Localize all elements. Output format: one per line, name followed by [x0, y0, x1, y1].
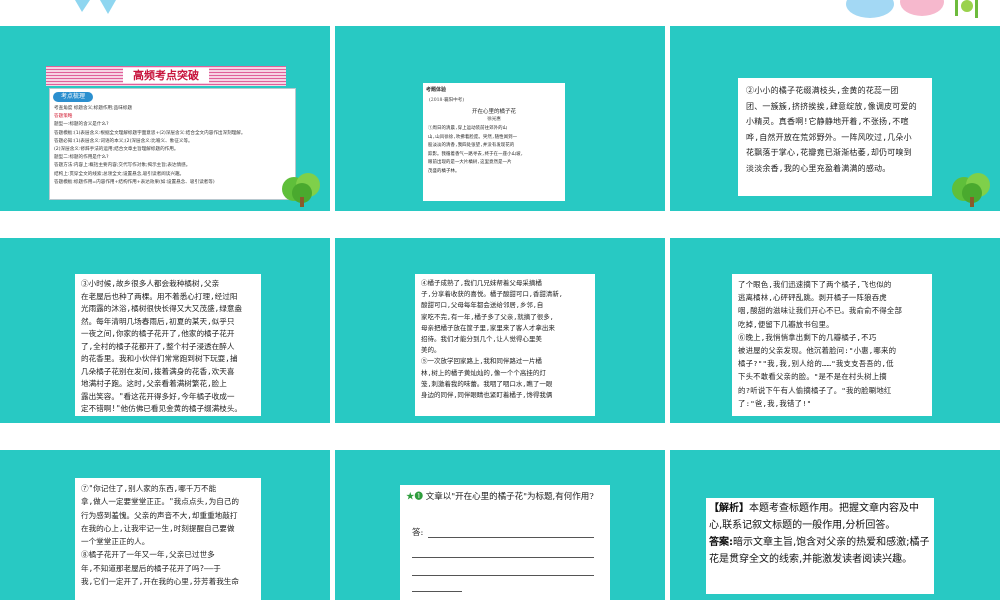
tree-decoration-icon [952, 173, 990, 207]
content-card: 考点梳理 考查角度 标题含义;标题作用;品味标题 答题策略 题型一:标题的含义是… [49, 88, 296, 200]
slide-thumbnail-6[interactable]: 了个眼色,我们迅速摘下了两个橘子,飞也似的 逃离橘林,心砰砰乱跳。剥开橘子一阵狼… [670, 238, 1000, 423]
answer-card: 【解析】本题考查标题作用。把握文章内容及中心,联系记叙文标题的一般作用,分析回答… [706, 498, 934, 594]
answer-line[interactable] [428, 537, 594, 538]
question-card: ★❶ 文章以"开在心里的橘子花"为标题,有何作用? 答: [400, 485, 610, 600]
content-card: 了个眼色,我们迅速摘下了两个橘子,飞也似的 逃离橘林,心砰砰乱跳。剥开橘子一阵狼… [732, 274, 932, 416]
list-item: 题型一:标题的含义是什么? [54, 122, 109, 128]
question-label: 文章以"开在心里的橘子花"为标题,有何作用? [425, 492, 594, 502]
tree-decoration-icon [282, 173, 320, 207]
strategy-list: 考查角度 标题含义;标题作用;品味标题 答题策略 题型一:标题的含义是什么? 答… [54, 105, 292, 187]
article-text: ⑦"你记住了,别人家的东西,哪千万不能 拿,做人一定要堂堂正正。"我点点头,为自… [81, 484, 239, 587]
list-item: 答题方法:内容上:概括主要内容;交代写作对象;揭示主旨;表达情感。 [54, 163, 191, 169]
content-card: ⑦"你记住了,别人家的东西,哪千万不能 拿,做人一定要堂堂正正。"我点点头,为自… [75, 478, 261, 600]
banner-title: 高频考点突破 [123, 68, 209, 83]
list-item: 答题必知:(1)表层含义:词语的本义;(2)深层含义:比喻义、象征义等。 [54, 138, 193, 144]
list-item: 答题策略 [54, 114, 73, 120]
list-item: 题型二:标题的作用是什么? [54, 155, 109, 161]
list-item: 答题模板:标题作用=内容作用+结构作用+表达效果(如:设置悬念、吸引读者等) [54, 179, 215, 185]
exam-tag: 考题体验 [426, 87, 447, 93]
slide-grid: 高频考点突破 考点梳理 考查角度 标题含义;标题作用;品味标题 答题策略 题型一… [0, 26, 1000, 600]
article-text: ④橘子成熟了,我们几兄妹帮着父母采摘橘 子,分享着收获的喜悦。橘子酸甜可口,香甜… [421, 279, 563, 400]
answer-label: 答: [412, 528, 424, 538]
answer-text: 暗示文章主旨,饱含对父亲的热爱和感激;橘子花是贯穿全文的线索,并能激发读者阅读兴… [709, 537, 930, 565]
source-label: (2018·襄阳中考) [429, 98, 465, 103]
list-item: 考查角度 标题含义;标题作用;品味标题 [54, 106, 133, 111]
analysis-label: 【解析】 [709, 503, 749, 514]
top-strip [0, 0, 1000, 26]
decoration-icon [75, 0, 116, 14]
star-icon: ★❶ [406, 492, 424, 502]
article-text: ③小时候,故乡很多人都会栽种橘树,父亲 在老屋后也种了两棵。用不着悉心打理,经过… [81, 279, 243, 413]
answer-line[interactable] [412, 591, 462, 592]
decoration-icon [846, 0, 978, 18]
article-text: ②小小的橘子花缀满枝头,金黄的花蕊一团 团、一簇簇,挤挤挨挨,肆意绽放,像调皮可… [746, 86, 917, 173]
article-author: 徐光惠 [487, 117, 501, 122]
list-item: (2)深层含义:修辞手法的运用;结合文章主旨理解标题的作用。 [54, 147, 179, 153]
article-text: 了个眼色,我们迅速摘下了两个橘子,飞也似的 逃离橘林,心砰砰乱跳。剥开橘子一阵狼… [738, 280, 903, 408]
content-card: ④橘子成熟了,我们几兄妹帮着父母采摘橘 子,分享着收获的喜悦。橘子酸甜可口,香甜… [415, 274, 595, 416]
question-text: ★❶ 文章以"开在心里的橘子花"为标题,有何作用? [406, 491, 601, 504]
slide-thumbnail-4[interactable]: ③小时候,故乡很多人都会栽种橘树,父亲 在老屋后也种了两棵。用不着悉心打理,经过… [0, 238, 330, 423]
list-item: 答题模板:(1)表层含义:根据全文理解标题字面意思+(2)深层含义:结合全文内容… [54, 130, 246, 136]
content-card: ②小小的橘子花缀满枝头,金黄的花蕊一团 团、一簇簇,挤挤挨挨,肆意绽放,像调皮可… [738, 78, 932, 196]
slide-thumbnail-1[interactable]: 高频考点突破 考点梳理 考查角度 标题含义;标题作用;品味标题 答题策略 题型一… [0, 26, 330, 211]
slide-thumbnail-7[interactable]: ⑦"你记住了,别人家的东西,哪千万不能 拿,做人一定要堂堂正正。"我点点头,为自… [0, 450, 330, 600]
section-badge: 考点梳理 [53, 92, 93, 102]
list-item: 结构上:贯穿全文的线索;总领全文;设置悬念,吸引读者阅读兴趣。 [54, 171, 185, 177]
slide-thumbnail-8[interactable]: ★❶ 文章以"开在心里的橘子花"为标题,有何作用? 答: [335, 450, 665, 600]
article-text: ①周日的清晨,穿上运动装前往郊外的山 山,山风徐徐,吹拂着脸庞。突然,随性闻到一… [428, 126, 524, 174]
banner: 高频考点突破 [46, 66, 286, 86]
content-card: 考题体验 (2018·襄阳中考) 开在心里的橘子花 徐光惠 ①周日的清晨,穿上运… [423, 83, 565, 201]
answer-label: 答案: [709, 537, 733, 548]
answer-line[interactable] [412, 557, 594, 558]
slide-thumbnail-9[interactable]: 【解析】本题考查标题作用。把握文章内容及中心,联系记叙文标题的一般作用,分析回答… [670, 450, 1000, 600]
slide-thumbnail-2[interactable]: 考题体验 (2018·襄阳中考) 开在心里的橘子花 徐光惠 ①周日的清晨,穿上运… [335, 26, 665, 211]
article-title: 开在心里的橘子花 [471, 109, 516, 115]
slide-thumbnail-5[interactable]: ④橘子成熟了,我们几兄妹帮着父母采摘橘 子,分享着收获的喜悦。橘子酸甜可口,香甜… [335, 238, 665, 423]
answer-line[interactable] [412, 575, 594, 576]
content-card: ③小时候,故乡很多人都会栽种橘树,父亲 在老屋后也种了两棵。用不着悉心打理,经过… [75, 274, 261, 416]
slide-thumbnail-3[interactable]: ②小小的橘子花缀满枝头,金黄的花蕊一团 团、一簇簇,挤挤挨挨,肆意绽放,像调皮可… [670, 26, 1000, 211]
